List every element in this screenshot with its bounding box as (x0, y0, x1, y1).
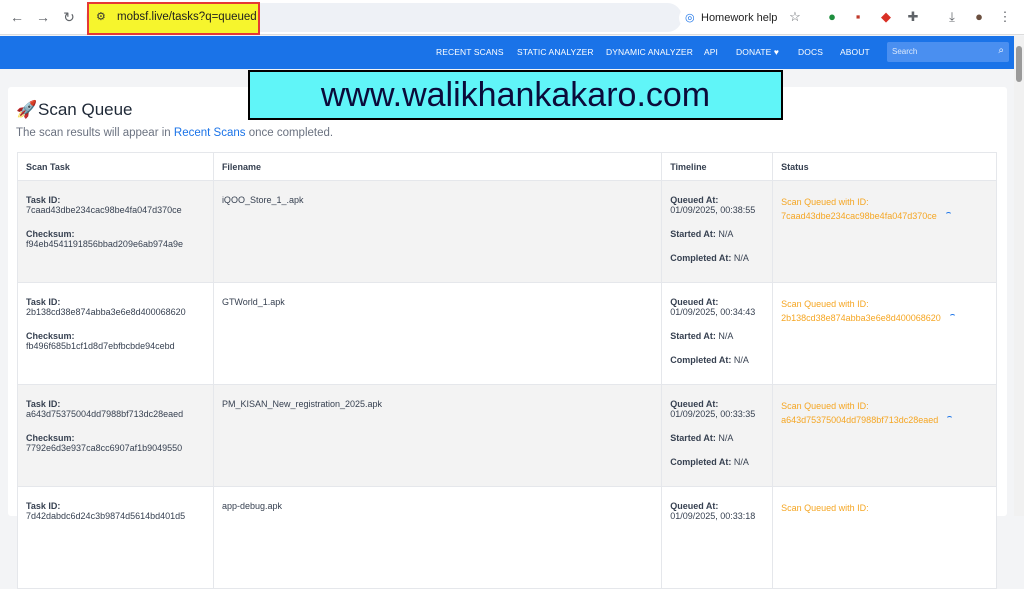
nav-api[interactable]: API (704, 47, 718, 57)
back-icon[interactable]: ← (8, 8, 26, 26)
bookmark-star-icon[interactable]: ☆ (787, 9, 803, 25)
task-id-label: Task ID: (26, 501, 61, 511)
search-placeholder: Search (892, 47, 918, 56)
filename-value: app-debug.apk (221, 501, 282, 511)
queued-at-label: Queued At: (670, 195, 719, 205)
url-text[interactable]: mobsf.live/tasks?q=queued (117, 11, 257, 23)
filename-value: GTWorld_1.apk (221, 297, 285, 307)
filename-value: iQOO_Store_1_.apk (221, 195, 304, 205)
status-cell: Scan Queued with ID: a643d75375004dd7988b… (772, 384, 997, 487)
task-id-value: 7caad43dbe234cac98be4fa047d370ce (26, 205, 182, 215)
table-row: Task ID: 7caad43dbe234cac98be4fa047d370ce… (17, 180, 997, 283)
table-row: Task ID: 7d42dabdc6d24c3b9874d5614bd401d5… (17, 486, 997, 589)
table-row: Task ID: 2b138cd38e874abba3e6e8d400068620… (17, 282, 997, 385)
completed-at: Completed At: N/A (670, 457, 749, 467)
header-filename: Filename (212, 152, 663, 181)
nav-docs[interactable]: DOCS (798, 47, 823, 57)
checksum-value: f94eb4541191856bbad209e6ab974a9e (26, 239, 183, 249)
checksum-value: 7792e6d3e937ca8cc6907af1b9049550 (26, 443, 183, 453)
search-input[interactable]: Search ⌕ (887, 42, 1009, 62)
completed-at: Completed At: N/A (670, 253, 749, 263)
loading-spinner-icon (944, 212, 952, 219)
loading-spinner-icon (946, 416, 954, 423)
menu-icon[interactable]: ⋮ (997, 9, 1013, 25)
reload-icon[interactable]: ↻ (60, 8, 78, 26)
task-id-label: Task ID: (26, 297, 61, 307)
page-scrollbar[interactable] (1014, 36, 1024, 516)
queued-at-value: 01/09/2025, 00:33:35 (670, 409, 756, 419)
header-timeline: Timeline (661, 152, 774, 181)
nav-donate[interactable]: DONATE ♥ (736, 47, 779, 57)
filename-value: PM_KISAN_New_registration_2025.apk (221, 399, 383, 409)
homework-help-label: Homework help (701, 12, 778, 24)
task-id-value: 7d42dabdc6d24c3b9874d5614bd401d5 (26, 511, 186, 521)
task-id-value: a643d75375004dd7988bf713dc28eaed (26, 409, 184, 419)
lens-icon: ◎ (685, 12, 695, 24)
queued-at-label: Queued At: (670, 399, 719, 409)
site-settings-icon[interactable]: ⚙ (96, 10, 106, 23)
watermark-banner: www.walikhankakaro.com (248, 70, 783, 120)
queued-at-value: 01/09/2025, 00:33:18 (670, 511, 756, 521)
loading-spinner-icon (948, 314, 956, 321)
extension-icon[interactable]: ▪ (850, 9, 866, 25)
task-id-label: Task ID: (26, 399, 61, 409)
extension-grammarly-icon[interactable]: ● (824, 9, 840, 25)
completed-at: Completed At: N/A (670, 355, 749, 365)
started-at: Started At: N/A (670, 331, 734, 341)
task-id-value: 2b138cd38e874abba3e6e8d400068620 (26, 307, 186, 317)
avatar-icon[interactable]: ● (971, 9, 987, 25)
status-cell: Scan Queued with ID: (772, 486, 997, 589)
nav-dynamic-analyzer[interactable]: DYNAMIC ANALYZER (606, 47, 693, 57)
site-navbar: RECENT SCANS STATIC ANALYZER DYNAMIC ANA… (0, 36, 1014, 69)
queued-at-label: Queued At: (670, 297, 719, 307)
table-header-row: Scan Task Filename Timeline Status (17, 152, 997, 181)
queued-at-value: 01/09/2025, 00:38:55 (670, 205, 756, 215)
page-title: 🚀Scan Queue (16, 100, 133, 119)
header-status: Status (772, 152, 997, 181)
forward-icon[interactable]: → (34, 8, 52, 26)
checksum-label: Checksum: (26, 229, 75, 239)
table-row: Task ID: a643d75375004dd7988bf713dc28eaed… (17, 384, 997, 487)
homework-help-button[interactable]: ◎ Homework help (679, 7, 779, 29)
nav-recent-scans[interactable]: RECENT SCANS (436, 47, 504, 57)
search-icon[interactable]: ⌕ (998, 45, 1004, 56)
checksum-label: Checksum: (26, 331, 75, 341)
extension-badge-icon[interactable]: ◆ (878, 9, 894, 25)
checksum-label: Checksum: (26, 433, 75, 443)
download-icon[interactable]: ⤓ (944, 9, 960, 25)
checksum-value: fb496f685b1cf1d8d7ebfbcbde94cebd (26, 341, 175, 351)
status-cell: Scan Queued with ID: 2b138cd38e874abba3e6… (772, 282, 997, 385)
queued-at-label: Queued At: (670, 501, 719, 511)
header-scan-task: Scan Task (17, 152, 214, 181)
queued-at-value: 01/09/2025, 00:34:43 (670, 307, 756, 317)
task-id-label: Task ID: (26, 195, 61, 205)
extensions-puzzle-icon[interactable]: ✚ (905, 9, 921, 25)
page-subtitle: The scan results will appear in Recent S… (16, 127, 334, 139)
rocket-icon: 🚀 (16, 100, 38, 119)
browser-toolbar: ← → ↻ ⚙ mobsf.live/tasks?q=queued ◎ Home… (0, 0, 1024, 35)
scan-queue-table: Scan Task Filename Timeline Status Task … (17, 152, 997, 589)
scrollbar-thumb[interactable] (1016, 46, 1022, 82)
status-cell: Scan Queued with ID: 7caad43dbe234cac98be… (772, 180, 997, 283)
started-at: Started At: N/A (670, 433, 734, 443)
started-at: Started At: N/A (670, 229, 734, 239)
recent-scans-link[interactable]: Recent Scans (174, 127, 246, 139)
nav-static-analyzer[interactable]: STATIC ANALYZER (517, 47, 594, 57)
nav-about[interactable]: ABOUT (840, 47, 870, 57)
